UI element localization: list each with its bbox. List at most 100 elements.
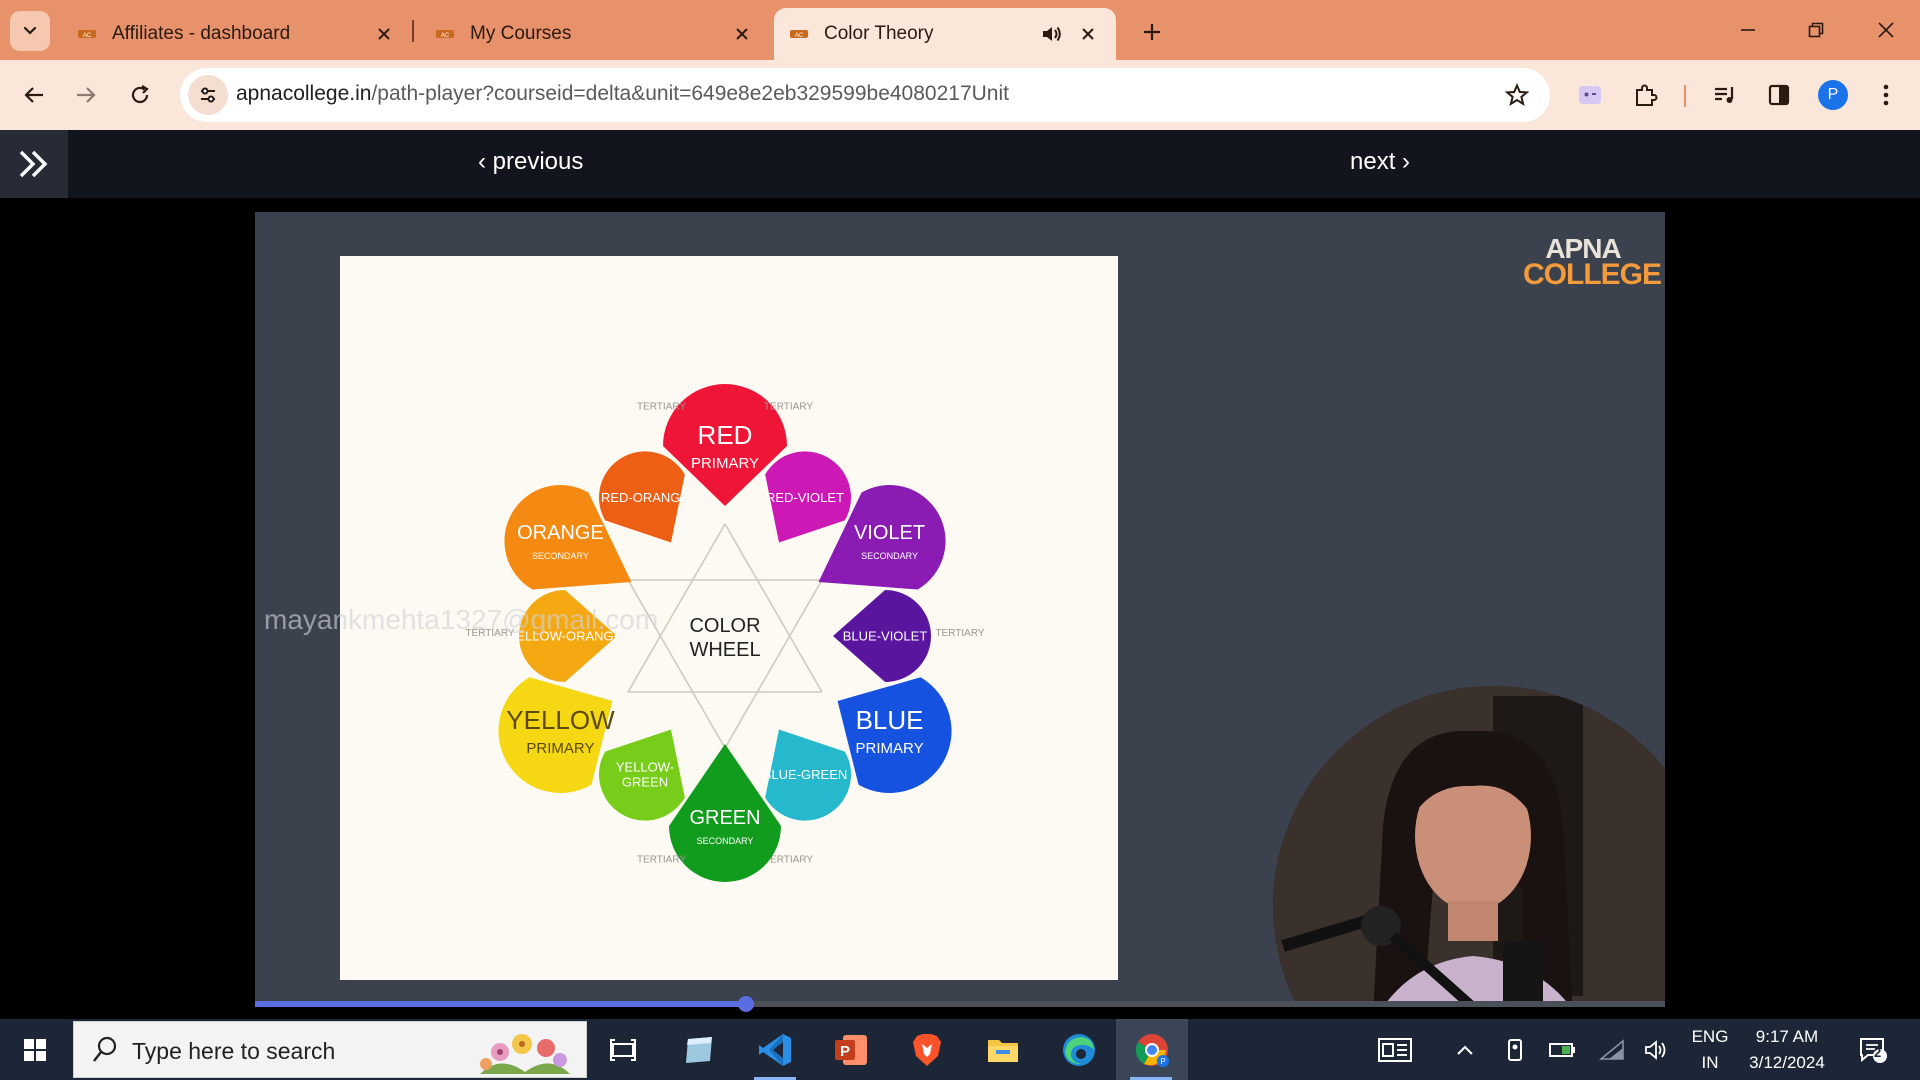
task-view-button[interactable] [588, 1019, 658, 1080]
apna-college-logo: APNA COLLEGE [1523, 235, 1662, 290]
show-hidden-icons-button[interactable] [1450, 1019, 1480, 1080]
tertiary-label: TERTIARY [764, 402, 813, 413]
extensions-button[interactable] [1628, 77, 1664, 113]
clock-time: 9:17 AM [1755, 1026, 1819, 1046]
site-info-button[interactable] [188, 75, 228, 115]
taskbar-app-powerpoint[interactable]: P [816, 1019, 886, 1080]
petal-label: ORANGE [517, 522, 604, 544]
extension-app-icon [1579, 86, 1601, 104]
tab-title: Affiliates - dashboard [112, 23, 291, 44]
edge-browser-icon [1063, 1033, 1095, 1066]
tab-separator [412, 20, 414, 42]
close-window-button[interactable] [1860, 8, 1912, 52]
petal-blue: BLUE PRIMARY [837, 677, 952, 793]
video-progress-bar[interactable] [255, 996, 1665, 1012]
battery-status-button[interactable] [1545, 1019, 1579, 1080]
minimize-button[interactable] [1722, 8, 1774, 52]
camera-status-button[interactable] [1500, 1019, 1530, 1080]
tertiary-label: TERTIARY [637, 854, 686, 865]
extension-button[interactable] [1572, 77, 1608, 113]
browser-menu-button[interactable] [1868, 77, 1904, 113]
forward-button[interactable] [64, 73, 108, 117]
next-link[interactable]: next › [1350, 148, 1410, 176]
volume-icon [1645, 1039, 1666, 1060]
back-button[interactable] [12, 73, 56, 117]
video-frame[interactable]: RED PRIMARY RED-VIOLET TERTIARY VIOLET SECOND… [255, 212, 1665, 1004]
petal-label: GREEN [622, 774, 668, 789]
petal-label: GREEN [689, 807, 760, 829]
tab-affiliates[interactable]: AC Affiliates - dashboard [62, 8, 412, 60]
playlist-music-icon [1715, 87, 1734, 103]
vscode-icon [759, 1033, 791, 1066]
petal-label: RED [698, 420, 753, 450]
tab-title: Color Theory [824, 23, 934, 44]
tab-strip: AC Affiliates - dashboard AC My Courses … [0, 0, 1920, 60]
tab-title: My Courses [470, 23, 572, 44]
svg-text:P: P [840, 1043, 850, 1060]
chevron-down-icon [23, 26, 37, 35]
previous-link[interactable]: ‹ previous [478, 148, 583, 176]
taskbar-app-vscode[interactable] [740, 1019, 810, 1080]
taskbar-app-chrome[interactable]: P [1116, 1019, 1188, 1080]
close-tab-icon[interactable] [1076, 22, 1100, 46]
start-button[interactable] [0, 1019, 70, 1080]
new-tab-button[interactable] [1134, 14, 1170, 50]
sidebar-toggle-button[interactable] [0, 130, 68, 198]
tab-search-button[interactable] [10, 11, 50, 51]
petal-yellow-green: YELLOW-GREEN [599, 729, 685, 821]
petal-label: YELLOW- [616, 759, 674, 774]
petal-label: RED-ORANGE [601, 490, 689, 505]
close-tab-icon[interactable] [730, 22, 754, 46]
petal-label: VIOLET [854, 522, 925, 544]
windows-logo-icon [24, 1038, 46, 1061]
language-indicator[interactable]: ENG IN [1685, 1019, 1735, 1080]
windows-taskbar: Type here to search P P ENG IN 9:17 AM 3… [0, 1019, 1920, 1080]
url-text[interactable]: apnacollege.in/path-player?courseid=delt… [236, 82, 1009, 106]
hexagram-line [724, 523, 823, 693]
url-path: /path-player?courseid=delta&unit=649e8e2… [371, 82, 1009, 105]
taskbar-app-notes[interactable] [664, 1019, 734, 1080]
video-progress-handle[interactable] [737, 996, 754, 1012]
url-host: apnacollege.in [236, 82, 372, 105]
address-bar[interactable]: apnacollege.in/path-player?courseid=delt… [180, 68, 1550, 122]
more-vert-icon [1883, 84, 1889, 106]
media-controls-button[interactable] [1707, 77, 1743, 113]
bookmark-star-button[interactable] [1502, 80, 1532, 110]
news-icon [1378, 1037, 1412, 1062]
chevron-up-icon [1457, 1045, 1473, 1055]
taskbar-search-box[interactable]: Type here to search [73, 1021, 587, 1078]
volume-button[interactable] [1640, 1019, 1674, 1080]
profile-avatar[interactable]: P [1818, 80, 1848, 110]
petal-red-violet: RED-VIOLET [765, 451, 851, 543]
taskbar-app-edge[interactable] [1044, 1019, 1114, 1080]
reload-button[interactable] [118, 73, 162, 117]
side-panel-button[interactable] [1761, 77, 1797, 113]
toolbar-divider [1684, 85, 1686, 107]
petal-red-orange: RED-ORANGE [599, 451, 689, 543]
network-status-button[interactable] [1595, 1019, 1629, 1080]
minimize-icon [1741, 29, 1755, 31]
course-player-page: ‹ previous next › RED PRIMARY RED-VIOLET TE… [0, 130, 1920, 1019]
speaker-icon[interactable] [1040, 22, 1064, 46]
tab-my-courses[interactable]: AC My Courses [420, 8, 770, 60]
taskbar-app-brave[interactable] [892, 1019, 962, 1080]
close-tab-icon[interactable] [372, 22, 396, 46]
notes-app-icon [686, 1036, 712, 1063]
taskbar-app-file-explorer[interactable] [968, 1019, 1038, 1080]
task-view-icon [610, 1038, 636, 1061]
wifi-icon [1599, 1038, 1624, 1060]
tab-color-theory[interactable]: AC Color Theory [774, 8, 1116, 60]
search-highlight-flowers-icon [480, 1034, 570, 1074]
news-widget-button[interactable] [1370, 1019, 1420, 1080]
clock[interactable]: 9:17 AM 3/12/2024 [1742, 1019, 1832, 1080]
svg-text:P: P [1160, 1057, 1165, 1066]
reload-icon [131, 85, 149, 104]
chrome-icon: P [1135, 1033, 1169, 1067]
petal-blue-violet: BLUE-VIOLET [833, 590, 931, 682]
notification-center-button[interactable]: 2 [1850, 1019, 1896, 1080]
restore-button[interactable] [1790, 8, 1842, 52]
petal-sublabel: SECONDARY [697, 836, 754, 846]
star-icon [1505, 83, 1529, 106]
puzzle-icon [1636, 84, 1658, 106]
apna-college-favicon-icon: AC [436, 30, 454, 39]
